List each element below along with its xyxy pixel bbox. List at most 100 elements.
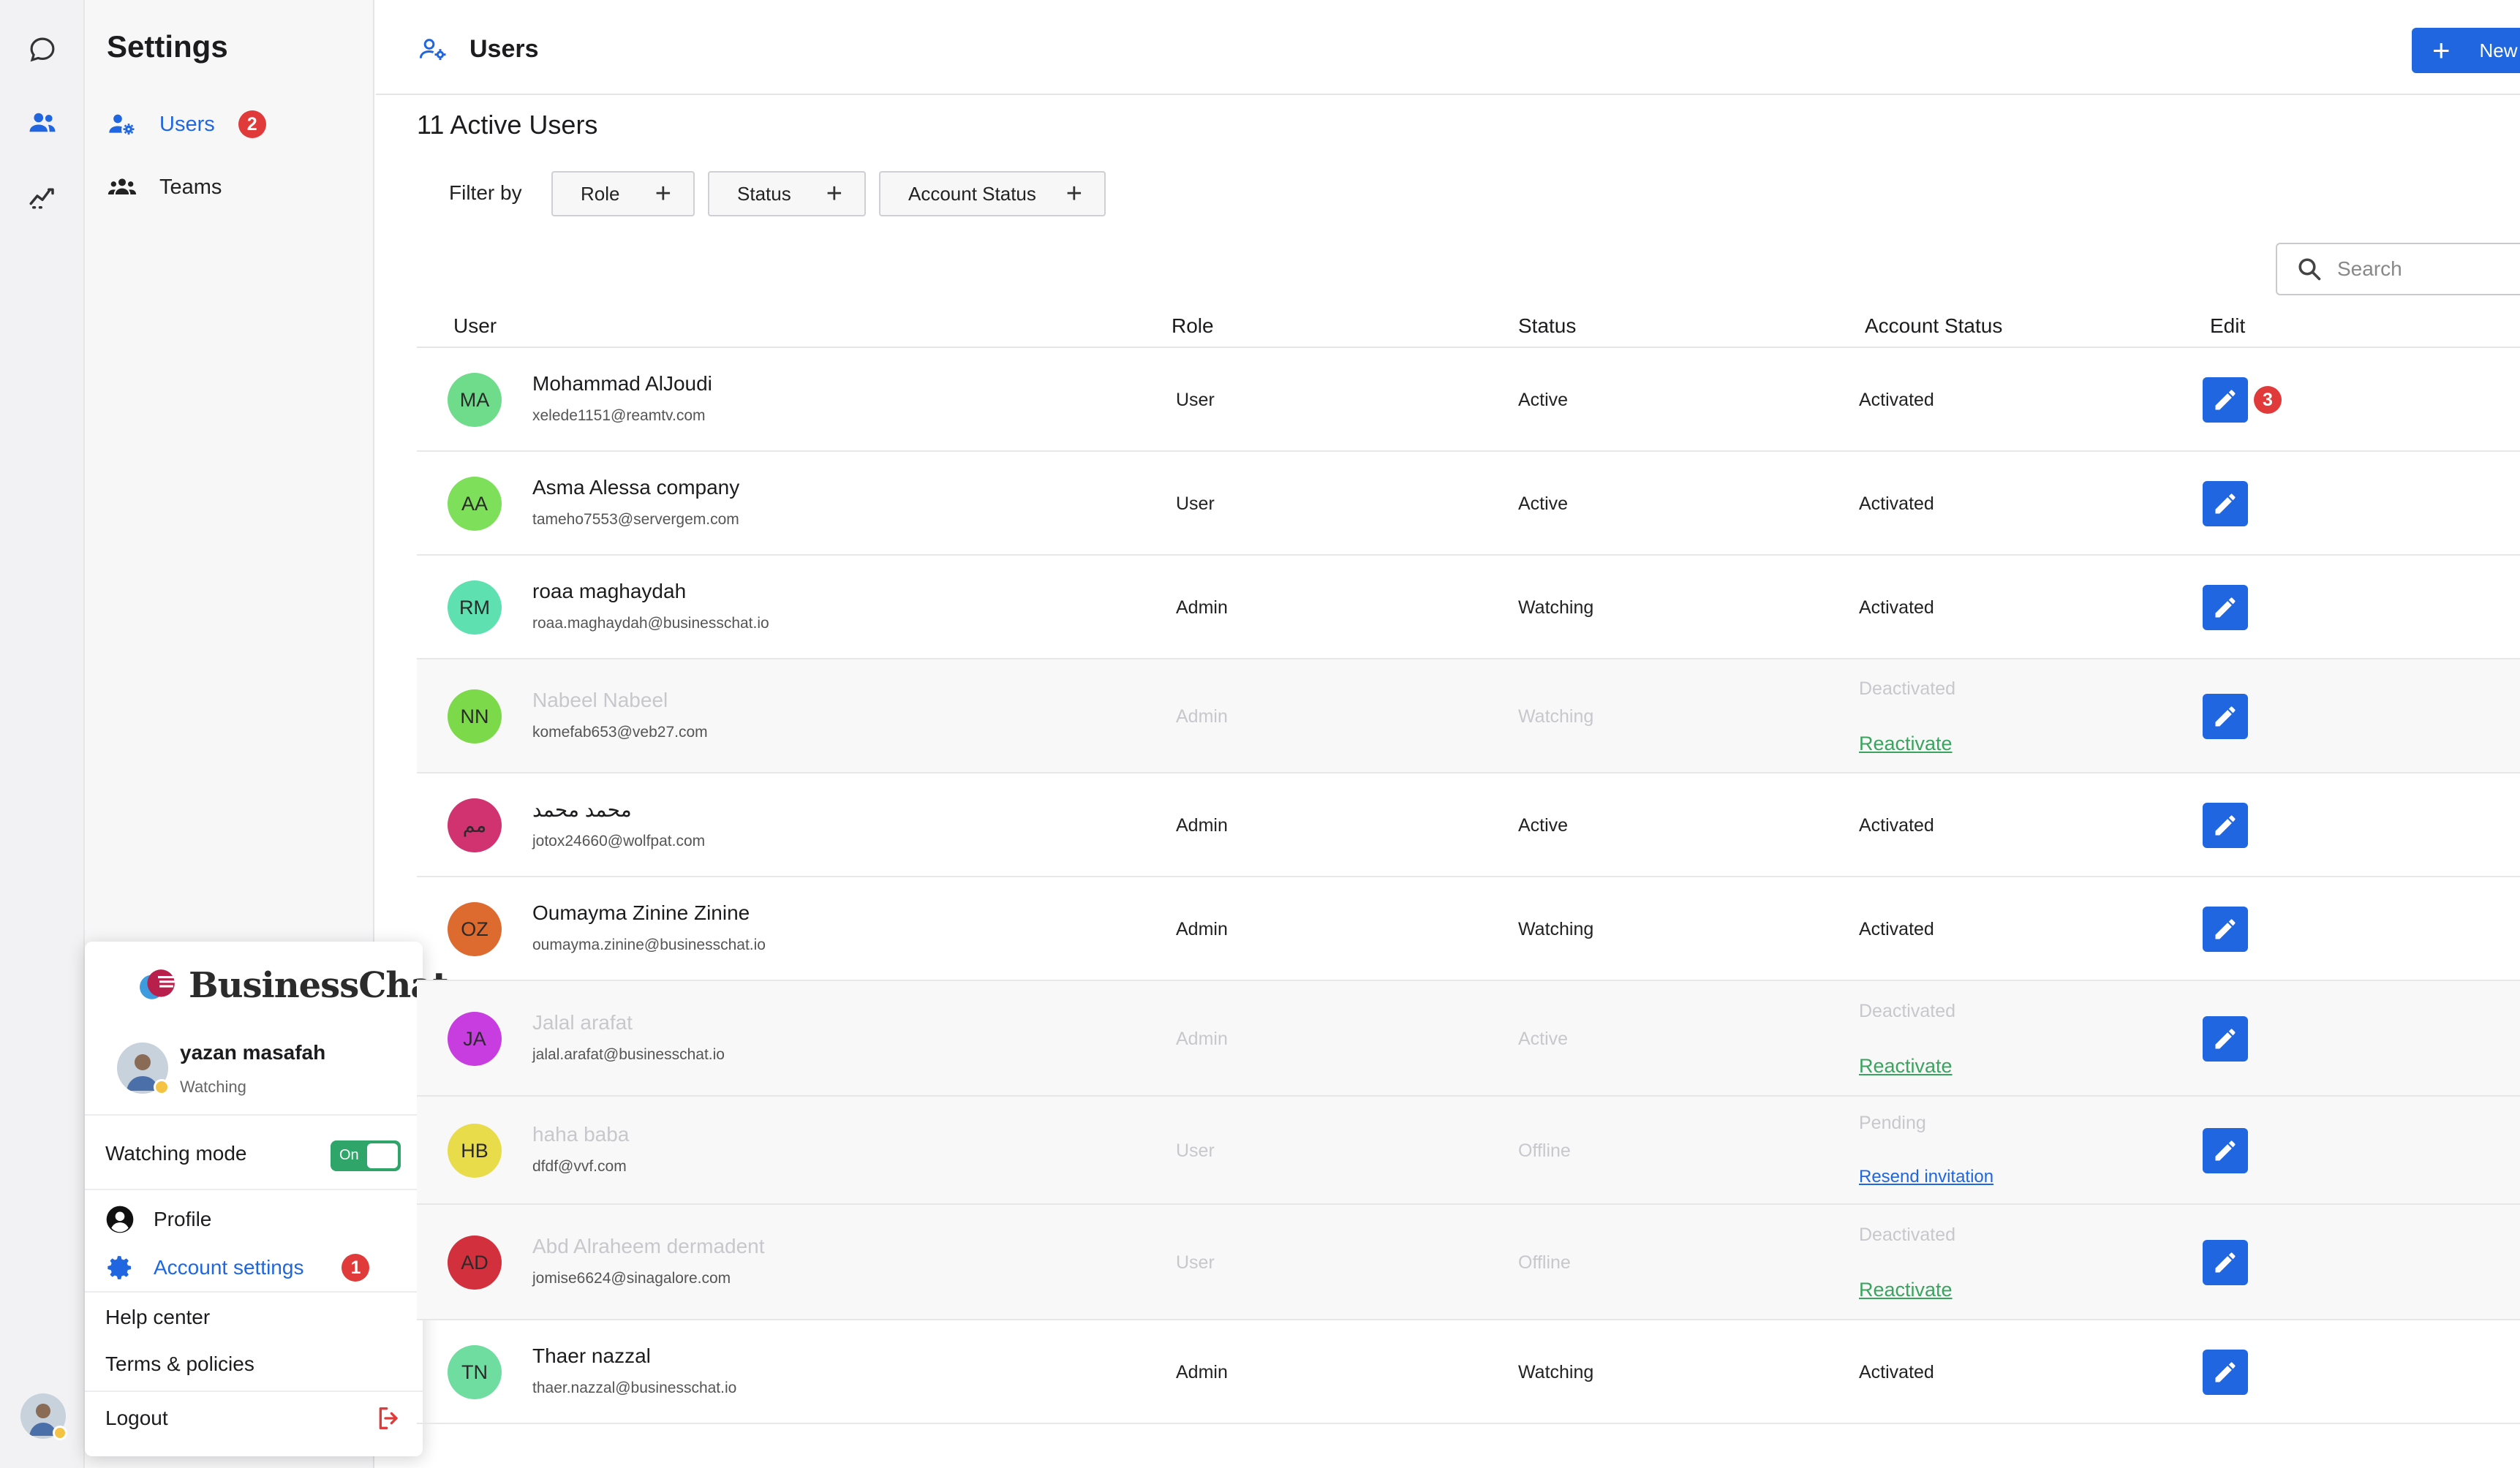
avatar: RM	[448, 580, 502, 635]
column-header-role[interactable]: Role	[1172, 314, 1214, 338]
user-menu-popup: BusinessChat yazan masafah Watching Watc…	[85, 942, 449, 1456]
resend-invitation-link[interactable]: Resend invitation	[1859, 1167, 1993, 1187]
profile-icon	[105, 1203, 137, 1236]
users-icon[interactable]	[25, 105, 60, 140]
search-box[interactable]	[2276, 243, 2520, 295]
user-status: Watching	[1518, 597, 1594, 618]
sidebar-item-users[interactable]: Users 2	[107, 102, 266, 146]
reactivate-link[interactable]: Reactivate	[1859, 1279, 1953, 1301]
new-button-label: New	[2479, 39, 2518, 61]
pencil-icon	[2212, 812, 2238, 839]
table-row: MA Mohammad AlJoudi xelede1151@reamtv.com U…	[417, 348, 2520, 452]
page-title: Users	[469, 35, 539, 63]
avatar: NN	[448, 689, 502, 744]
edit-button[interactable]	[2203, 907, 2248, 952]
account-status: Activated	[1859, 919, 1934, 939]
divider	[85, 1114, 423, 1116]
edit-button[interactable]	[2203, 1240, 2248, 1285]
sidebar-item-label: Teams	[159, 175, 222, 199]
user-email: roaa.maghaydah@businesschat.io	[532, 615, 769, 632]
avatar	[117, 1043, 170, 1095]
help-center-link[interactable]: Help center	[105, 1306, 210, 1329]
column-header-user[interactable]: User	[453, 314, 497, 338]
user-gear-icon	[107, 110, 140, 139]
filter-chip-label: Role	[581, 182, 620, 205]
account-status: Activated	[1859, 493, 1934, 514]
reactivate-link[interactable]: Reactivate	[1859, 733, 1953, 755]
table-row: AD Abd Alraheem dermadent jomise6624@sinag…	[417, 1205, 2520, 1320]
avatar: AA	[448, 477, 502, 531]
notification-badge: 3	[2254, 386, 2282, 414]
active-users-count: 11 Active Users	[417, 110, 598, 140]
profile-menu-item[interactable]: Profile	[105, 1203, 211, 1236]
edit-button[interactable]	[2203, 803, 2248, 848]
logout-icon[interactable]	[374, 1404, 404, 1437]
edit-button[interactable]	[2203, 585, 2248, 630]
user-name: Jalal arafat	[532, 1011, 633, 1034]
table-row: HB haha baba dfdf@vvf.com User Offline Pendin…	[417, 1097, 2520, 1205]
filter-chip-account-status[interactable]: Account Status +	[879, 171, 1106, 216]
watching-mode-toggle[interactable]: On	[331, 1140, 401, 1171]
avatar: HB	[448, 1124, 502, 1178]
column-header-account-status[interactable]: Account Status	[1865, 314, 2002, 338]
table-row: RM roaa maghaydah roaa.maghaydah@businessc…	[417, 556, 2520, 659]
filter-chip-role[interactable]: Role +	[551, 171, 695, 216]
analytics-icon[interactable]	[25, 178, 60, 213]
user-role: Admin	[1176, 706, 1228, 727]
reactivate-link[interactable]: Reactivate	[1859, 1055, 1953, 1078]
avatar: MA	[448, 373, 502, 427]
user-email: jomise6624@sinagalore.com	[532, 1270, 731, 1287]
sidebar-item-label: Users	[159, 112, 215, 136]
user-email: xelede1151@reamtv.com	[532, 407, 706, 424]
watching-mode-label: Watching mode	[105, 1142, 247, 1165]
user-role: User	[1176, 390, 1215, 410]
account-settings-menu-item[interactable]: Account settings 1	[105, 1252, 412, 1284]
user-gear-icon	[417, 35, 449, 64]
user-name: Asma Alessa company	[532, 476, 740, 499]
user-name: Nabeel Nabeel	[532, 689, 668, 711]
column-header-status[interactable]: Status	[1518, 314, 1576, 338]
edit-button[interactable]	[2203, 694, 2248, 739]
terms-link[interactable]: Terms & policies	[105, 1352, 254, 1376]
account-status: Activated	[1859, 1362, 1934, 1382]
search-input[interactable]	[2337, 257, 2520, 281]
edit-button[interactable]	[2203, 1016, 2248, 1062]
user-name: Mohammad AlJoudi	[532, 372, 712, 395]
user-status: Watching	[1518, 706, 1594, 727]
edit-button[interactable]	[2203, 377, 2248, 423]
edit-button[interactable]	[2203, 1128, 2248, 1173]
notification-badge: 2	[238, 110, 266, 138]
logout-label[interactable]: Logout	[105, 1407, 168, 1430]
brand-name: BusinessChat	[189, 965, 449, 1006]
chat-icon[interactable]	[25, 32, 60, 67]
new-user-button[interactable]: + New	[2412, 28, 2520, 73]
page-title: Settings	[107, 29, 228, 64]
pencil-icon	[2212, 703, 2238, 730]
filter-chip-status[interactable]: Status +	[708, 171, 866, 216]
user-email: jalal.arafat@businesschat.io	[532, 1046, 725, 1063]
user-role: Admin	[1176, 1362, 1228, 1382]
user-status: Active	[1518, 390, 1569, 410]
user-status: Watching	[1518, 1362, 1594, 1382]
edit-button[interactable]	[2203, 1350, 2248, 1395]
avatar[interactable]	[20, 1393, 67, 1440]
pencil-icon	[2212, 594, 2238, 621]
account-status: Activated	[1859, 815, 1934, 836]
account-status: Deactivated	[1859, 1225, 1956, 1245]
edit-button[interactable]	[2203, 481, 2248, 526]
table-row: JA Jalal arafat jalal.arafat@businesschat.…	[417, 981, 2520, 1097]
toggle-label: On	[339, 1147, 359, 1163]
user-email: thaer.nazzal@businesschat.io	[532, 1380, 737, 1396]
user-status: Offline	[1518, 1140, 1571, 1161]
pencil-icon	[2212, 1249, 2238, 1276]
pencil-icon	[2212, 1359, 2238, 1385]
avatar: AD	[448, 1236, 502, 1290]
user-name: haha baba	[532, 1123, 630, 1146]
sidebar-item-teams[interactable]: Teams	[107, 165, 222, 209]
user-name: Abd Alraheem dermadent	[532, 1235, 765, 1257]
user-email: jotox24660@wolfpat.com	[532, 833, 706, 850]
presence-dot	[154, 1079, 170, 1095]
user-status: Active	[1518, 815, 1569, 836]
table-row: OZ Oumayma Zinine Zinine oumayma.zinine@bu…	[417, 877, 2520, 981]
user-status: Active	[1518, 493, 1569, 514]
